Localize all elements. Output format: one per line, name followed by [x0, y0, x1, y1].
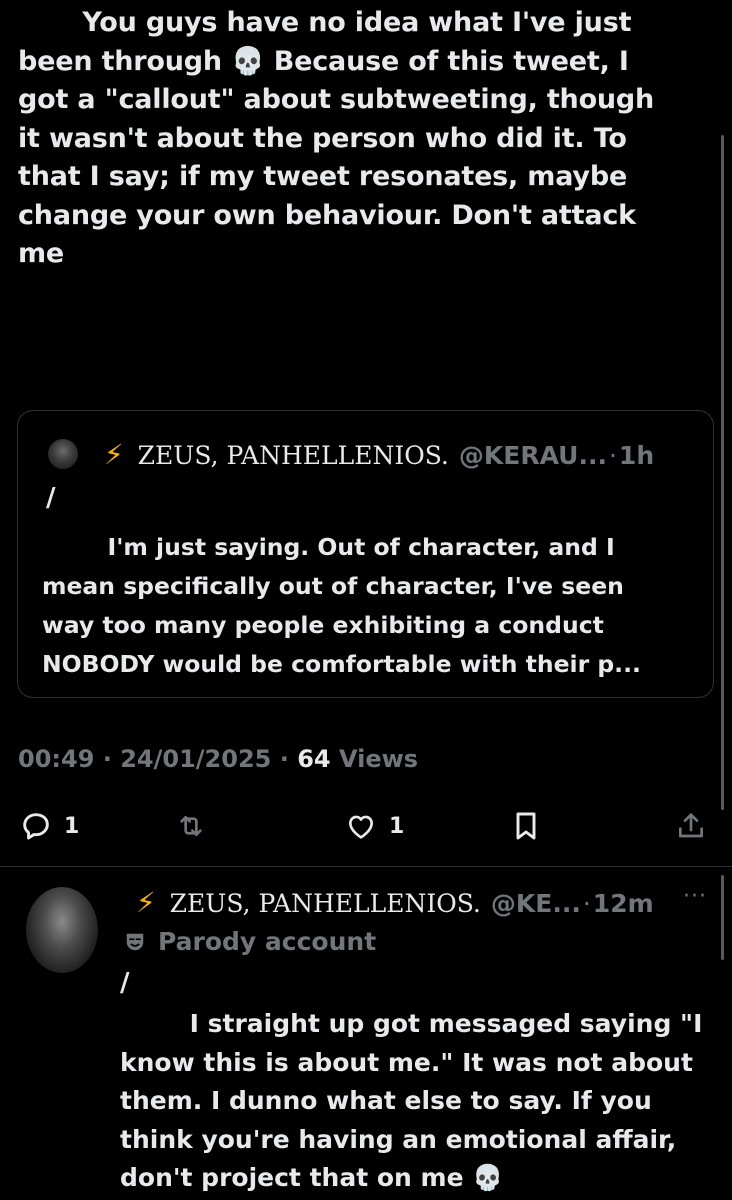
- lightning-bolt-icon: ⚡: [104, 438, 124, 471]
- action-bar: 1 1: [0, 808, 732, 848]
- share-icon: [679, 813, 703, 838]
- like-button[interactable]: 1: [345, 810, 404, 842]
- quote-slash: /: [46, 483, 56, 513]
- retweet-icon: [180, 816, 202, 836]
- reply-button[interactable]: 1: [20, 810, 79, 842]
- parody-label: Parody account: [158, 927, 377, 956]
- scrollbar-lower[interactable]: [721, 875, 724, 960]
- bookmark-button[interactable]: [510, 810, 542, 842]
- bookmark-icon: [516, 812, 536, 840]
- divider: [0, 866, 732, 867]
- quoted-tweet-card[interactable]: ⚡ ZEUS, PANHELLENIOS. @KERAU...·1h / I'm j…: [17, 410, 714, 698]
- share-button[interactable]: [675, 810, 707, 842]
- reply-icon: [23, 813, 49, 840]
- retweet-button[interactable]: [175, 810, 207, 842]
- lightning-bolt-icon: ⚡: [136, 886, 156, 919]
- tweet-text: You guys have no idea what I've just bee…: [18, 7, 655, 269]
- reply-slash: /: [120, 968, 130, 998]
- username-handle[interactable]: @KE...: [491, 889, 581, 918]
- views-count[interactable]: 64: [297, 745, 330, 773]
- scrollbar[interactable]: [721, 135, 724, 810]
- quoted-tweet-header: ⚡ ZEUS, PANHELLENIOS. @KERAU...·1h: [104, 438, 654, 473]
- display-name[interactable]: ZEUS, PANHELLENIOS.: [170, 889, 481, 918]
- timestamp: 00:49 · 24/01/2025 ·: [18, 745, 298, 773]
- reply-tweet-header: ⚡ ZEUS, PANHELLENIOS. @KE...·12m: [136, 886, 654, 921]
- avatar[interactable]: [48, 439, 78, 469]
- relative-time: 1h: [618, 441, 655, 470]
- display-name[interactable]: ZEUS, PANHELLENIOS.: [138, 441, 449, 470]
- theater-mask-icon: [126, 933, 144, 950]
- quoted-tweet-text: I'm just saying. Out of character, and I…: [42, 533, 641, 678]
- like-count: 1: [389, 813, 405, 839]
- relative-time: 12m: [592, 889, 654, 918]
- parody-badge: Parody account: [124, 927, 376, 956]
- separator-dot: ·: [582, 889, 591, 918]
- separator-dot: ·: [608, 441, 617, 470]
- like-icon: [349, 815, 373, 839]
- tweet-meta: 00:49 · 24/01/2025 · 64 Views: [18, 745, 418, 773]
- reply-count: 1: [64, 813, 80, 839]
- more-options-icon[interactable]: ···: [683, 884, 707, 909]
- username-handle[interactable]: @KERAU...: [459, 441, 607, 470]
- reply-tweet-text: I straight up got messaged saying "I kno…: [120, 1009, 703, 1192]
- views-label: Views: [330, 745, 419, 773]
- avatar[interactable]: [26, 887, 98, 973]
